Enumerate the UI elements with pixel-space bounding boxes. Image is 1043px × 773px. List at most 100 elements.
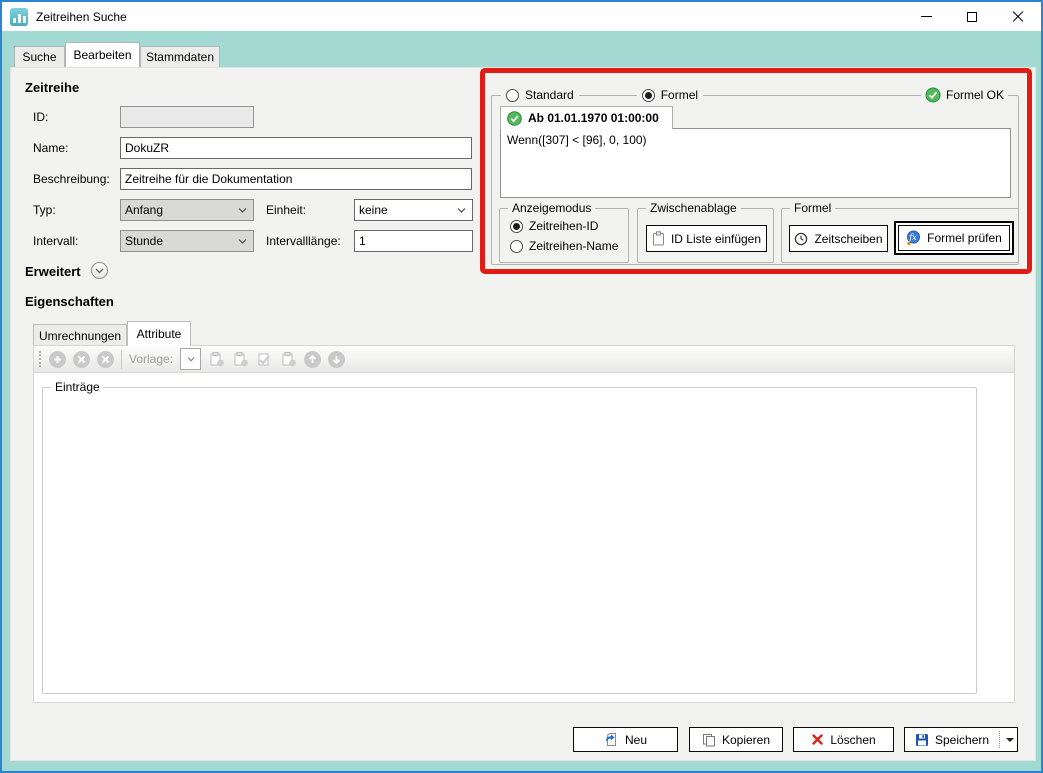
delete-x-icon <box>811 733 824 746</box>
zeitreihen-name-radio[interactable] <box>510 240 523 253</box>
remove-entry-icon <box>73 351 90 368</box>
clock-icon <box>794 232 808 246</box>
id-liste-einfuegen-label: ID Liste einfügen <box>671 232 761 246</box>
chevron-down-icon <box>457 208 466 213</box>
tab-attribute[interactable]: Attribute <box>127 321 191 346</box>
move-down-icon <box>328 351 345 368</box>
formel-pruefen-button-ring: fx Formel prüfen <box>894 221 1014 255</box>
maximize-icon <box>967 12 977 22</box>
einheit-dropdown[interactable]: keine <box>354 199 473 221</box>
loeschen-label: Löschen <box>830 733 875 747</box>
chevron-down-icon <box>238 239 247 244</box>
eigenschaften-heading: Eigenschaften <box>25 294 114 309</box>
formel-radio-item[interactable]: Formel <box>637 87 703 103</box>
intervall-value: Stunde <box>125 234 163 248</box>
formel-status: Formel OK <box>921 87 1008 103</box>
erweitert-expand-button[interactable] <box>91 262 108 279</box>
einheit-value: keine <box>359 203 388 217</box>
period-tab-label: Ab 01.01.1970 01:00:00 <box>528 111 659 125</box>
name-field[interactable] <box>120 137 472 159</box>
zeitreihen-id-radio-item[interactable]: Zeitreihen-ID <box>505 218 603 234</box>
standard-radio-label: Standard <box>525 88 574 102</box>
typ-value: Anfang <box>125 203 163 217</box>
eintraege-groupbox: Einträge <box>42 387 977 694</box>
id-field <box>120 106 254 128</box>
maximize-button[interactable] <box>949 2 995 31</box>
formel-radio-label: Formel <box>661 88 698 102</box>
anzeigemodus-groupbox: Anzeigemodus Zeitreihen-ID Zeitreihen-Na… <box>499 208 629 263</box>
erweitert-heading: Erweitert <box>25 264 81 279</box>
eintraege-title: Einträge <box>51 380 104 394</box>
attribute-toolbar: Vorlage: <box>34 346 1014 373</box>
window-title: Zeitreihen Suche <box>36 10 127 24</box>
clipboard-icon <box>652 231 665 246</box>
zeitreihen-name-label: Zeitreihen-Name <box>529 239 618 253</box>
fx-magnifier-icon: fx <box>906 230 922 246</box>
formel-group-title: Formel <box>790 201 835 215</box>
toolbar-grip-handle <box>39 351 42 367</box>
app-icon <box>10 8 28 26</box>
close-button[interactable] <box>995 2 1041 31</box>
move-up-icon <box>304 351 321 368</box>
content-panel: Zeitreihe ID: Name: Beschreibung: Typ: A… <box>10 67 1036 761</box>
formula-period-tab[interactable]: Ab 01.01.1970 01:00:00 <box>500 106 673 129</box>
zeitreihen-id-radio[interactable] <box>510 220 523 233</box>
loeschen-button[interactable]: Löschen <box>793 727 894 752</box>
formel-groupbox: Formel Zeitscheiben fx Formel prüfen <box>781 208 1019 263</box>
standard-radio[interactable] <box>506 89 519 102</box>
vorlage-dropdown <box>180 348 201 370</box>
zeitscheiben-button[interactable]: Zeitscheiben <box>789 225 888 252</box>
add-entry-icon <box>49 351 66 368</box>
formel-pruefen-button[interactable]: fx Formel prüfen <box>898 225 1010 251</box>
id-liste-einfuegen-button[interactable]: ID Liste einfügen <box>646 225 767 252</box>
standard-radio-item[interactable]: Standard <box>501 87 579 103</box>
speichern-split-separator <box>999 731 1000 748</box>
template-apply-icon <box>208 351 225 367</box>
beschreibung-field[interactable] <box>120 168 472 190</box>
tab-suche[interactable]: Suche <box>14 46 65 67</box>
copy-icon <box>702 733 716 747</box>
chevron-down-icon <box>187 357 195 362</box>
attribute-tab-page: Vorlage: <box>33 345 1015 703</box>
speichern-dropdown-icon[interactable] <box>1006 738 1014 742</box>
anzeigemodus-title: Anzeigemodus <box>508 201 595 215</box>
tab-stammdaten[interactable]: Stammdaten <box>140 46 220 67</box>
title-bar: Zeitreihen Suche <box>2 2 1041 31</box>
toolbar-separator <box>121 350 122 369</box>
formel-pruefen-label: Formel prüfen <box>927 231 1002 245</box>
formula-textarea[interactable]: Wenn([307] < [96], 0, 100) <box>500 128 1011 198</box>
app-window: Zeitreihen Suche Suche Bearbeiten Stammd… <box>0 0 1043 773</box>
id-label: ID: <box>33 110 48 124</box>
name-label: Name: <box>33 141 68 155</box>
period-check-icon <box>507 111 522 126</box>
minimize-icon <box>921 16 932 17</box>
kopieren-label: Kopieren <box>722 733 770 747</box>
remove-all-icon <box>97 351 114 368</box>
minimize-button[interactable] <box>903 2 949 31</box>
beschreibung-label: Beschreibung: <box>33 172 110 186</box>
template-check-icon <box>256 351 273 367</box>
formel-radio[interactable] <box>642 89 655 102</box>
zeitreihen-name-radio-item[interactable]: Zeitreihen-Name <box>505 238 623 254</box>
typ-dropdown: Anfang <box>120 199 254 221</box>
speichern-label: Speichern <box>935 733 989 747</box>
intervall-dropdown: Stunde <box>120 230 254 252</box>
chevron-down-icon <box>238 208 247 213</box>
typ-label: Typ: <box>33 203 56 217</box>
neu-label: Neu <box>625 733 647 747</box>
intervalllaenge-label: Intervalllänge: <box>266 234 341 248</box>
speichern-button[interactable]: Speichern <box>904 727 1018 752</box>
intervall-label: Intervall: <box>33 234 78 248</box>
formel-status-label: Formel OK <box>946 88 1004 102</box>
kopieren-button[interactable]: Kopieren <box>689 727 783 752</box>
neu-button[interactable]: Neu <box>573 727 678 752</box>
einheit-label: Einheit: <box>266 203 306 217</box>
tab-bearbeiten[interactable]: Bearbeiten <box>65 42 140 67</box>
tab-umrechnungen[interactable]: Umrechnungen <box>33 324 127 346</box>
zeitreihen-id-label: Zeitreihen-ID <box>529 219 598 233</box>
chevron-down-icon <box>95 268 104 274</box>
zeitscheiben-label: Zeitscheiben <box>814 232 882 246</box>
zwischenablage-title: Zwischenablage <box>646 201 741 215</box>
new-document-icon <box>604 732 619 747</box>
intervalllaenge-field[interactable] <box>354 230 473 252</box>
